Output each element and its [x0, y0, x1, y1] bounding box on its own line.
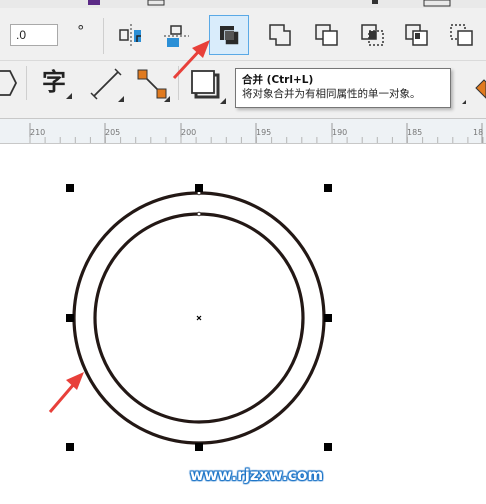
- weld-button[interactable]: [265, 18, 301, 54]
- drawing-canvas[interactable]: www.rjzxw.com: [0, 144, 486, 504]
- separator: [26, 66, 27, 100]
- simplify-button[interactable]: [401, 18, 437, 54]
- ruler-label: 195: [256, 128, 272, 137]
- selection-handle[interactable]: [66, 314, 74, 322]
- trim-button[interactable]: [311, 18, 347, 54]
- selection-handle[interactable]: [324, 184, 332, 192]
- trim-icon: [315, 24, 338, 46]
- selection-handle[interactable]: [324, 443, 332, 451]
- dropdown-corner-icon: [66, 93, 72, 99]
- selection-handle[interactable]: [66, 443, 74, 451]
- toolbar-row-divider: [0, 60, 486, 61]
- combine-tooltip: 合并 (Ctrl+L) 将对象合并为有相同属性的单一对象。: [235, 68, 451, 108]
- ruler-label: 210: [30, 128, 46, 137]
- tooltip-description: 将对象合并为有相同属性的单一对象。: [242, 88, 421, 100]
- ruler-label: 18: [473, 128, 484, 137]
- partial-fill-icon: [462, 79, 486, 104]
- hexagon-icon: [0, 70, 18, 96]
- intersect-icon: [361, 24, 384, 46]
- line-dimension-icon: [90, 68, 124, 102]
- dimension-tool-button[interactable]: [88, 66, 124, 102]
- combine-icon: [220, 26, 240, 46]
- connector-icon: [137, 69, 170, 102]
- front-minus-back-icon: [450, 24, 473, 46]
- property-toolbar: .0 ° 字 合并 (Ctrl+L) 将对象合并为有相同属性的单一对象。: [0, 0, 486, 118]
- front-minus-back-button[interactable]: [446, 18, 482, 54]
- ruler-label: 190: [332, 128, 348, 137]
- ruler-label: 200: [181, 128, 197, 137]
- watermark: www.rjzxw.com: [190, 466, 324, 484]
- ruler-label: 205: [105, 128, 121, 137]
- selection-handle[interactable]: [195, 443, 203, 451]
- separator: [103, 18, 104, 54]
- horizontal-ruler[interactable]: 210 205 200 195 190 185 18: [0, 118, 486, 144]
- selection-handle[interactable]: [324, 314, 332, 322]
- weld-icon: [269, 24, 291, 46]
- ruler-label: 185: [407, 128, 423, 137]
- annotation-arrow-icon: [172, 40, 210, 80]
- intersect-button[interactable]: [357, 18, 393, 54]
- annotation-arrow-icon: [48, 372, 84, 413]
- simplify-icon: [405, 24, 428, 46]
- mirror-icon: [119, 24, 141, 48]
- polygon-tool-button[interactable]: [0, 66, 26, 100]
- selection-handle[interactable]: [66, 184, 74, 192]
- mirror-button[interactable]: [113, 18, 149, 54]
- partial-top-icons: [88, 0, 451, 7]
- connector-tool-button[interactable]: [134, 66, 170, 102]
- tooltip-title: 合并 (Ctrl+L): [242, 74, 314, 86]
- selection-handle[interactable]: [195, 184, 203, 192]
- degree-label: °: [77, 22, 85, 40]
- angle-input[interactable]: .0: [10, 24, 58, 46]
